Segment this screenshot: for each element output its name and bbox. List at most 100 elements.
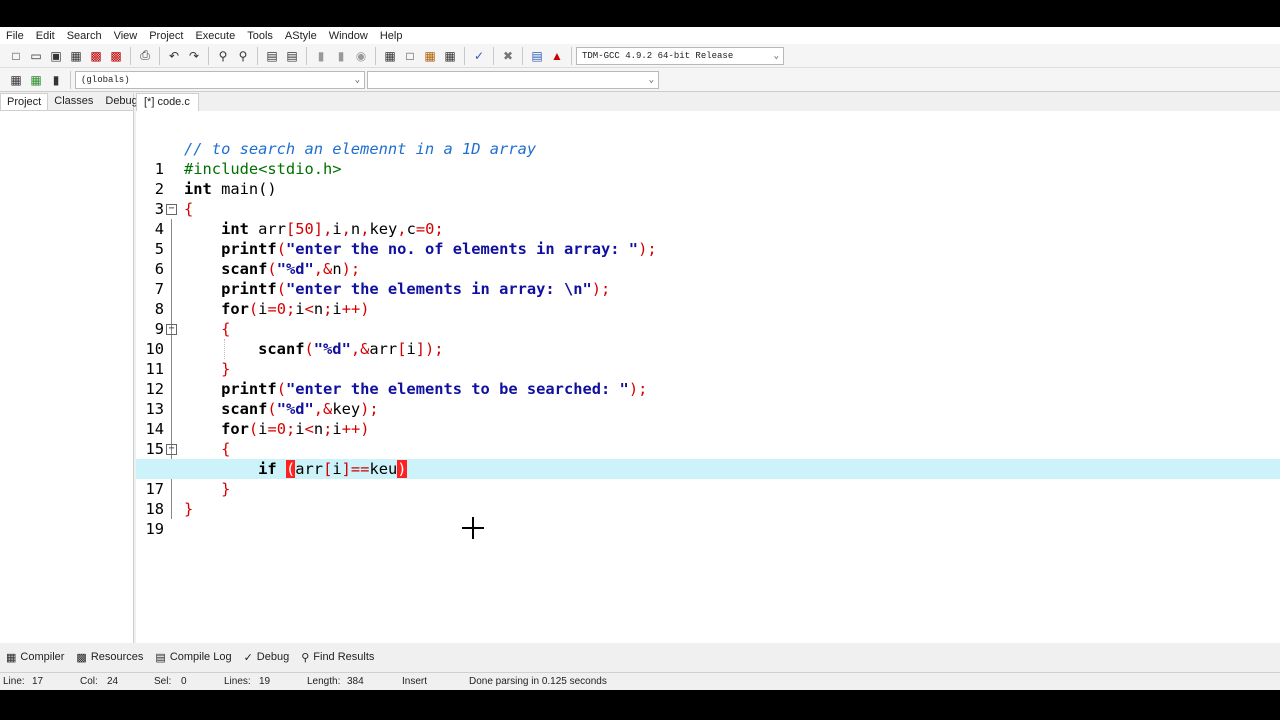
toolbar-divider — [208, 46, 209, 65]
stop-icon[interactable]: ✖ — [499, 47, 517, 65]
scope-select[interactable]: (globals) ⌄ — [75, 70, 365, 89]
symbol: ); — [638, 240, 657, 258]
ide-window: File Edit Search View Project Execute To… — [0, 27, 1280, 690]
tab-resources[interactable]: ▩ Resources — [76, 651, 143, 664]
brace: { — [221, 440, 231, 458]
function-name: printf — [221, 380, 277, 398]
code-line-17-current[interactable]: 17 if (arr[i]==keu) — [136, 459, 1280, 498]
run-icon[interactable]: □ — [401, 47, 419, 65]
code-text: i — [332, 460, 342, 478]
open-file-icon[interactable]: ▭ — [27, 47, 45, 65]
code-line-9[interactable]: 9 for(i=0;i<n;i++) — [136, 299, 1280, 338]
toggle-comment-icon[interactable]: ▮ — [312, 47, 330, 65]
code-line-2[interactable]: 2 #include<stdio.h> — [136, 159, 1280, 198]
keyword: int — [221, 220, 249, 238]
close-file-icon[interactable]: ▩ — [87, 47, 105, 65]
line-number: 19 — [145, 520, 164, 538]
fold-collapse-icon[interactable]: − — [166, 324, 177, 335]
tab-label: Compile Log — [169, 651, 232, 663]
menu-search[interactable]: Search — [67, 30, 102, 42]
menu-file[interactable]: File — [6, 30, 24, 42]
save-all-icon[interactable]: ▦ — [67, 47, 85, 65]
tab-find-results[interactable]: ⚲ Find Results — [301, 651, 374, 664]
code-text: keu — [369, 460, 398, 478]
goto-definition-icon[interactable]: ▦ — [27, 71, 45, 89]
code-line-18[interactable]: 18 } — [136, 479, 1280, 518]
chart-icon[interactable]: ▤ — [528, 47, 546, 65]
code-line-16[interactable]: 16 − { — [136, 439, 1280, 478]
code-editor[interactable]: 1 // to search an elemennt in a 1D array… — [136, 111, 1280, 643]
uncomment-icon[interactable]: ▮ — [332, 47, 350, 65]
bookmark-icon[interactable]: ◉ — [352, 47, 370, 65]
string: "%d" — [313, 340, 351, 358]
menu-help[interactable]: Help — [380, 30, 403, 42]
function-name: scanf — [221, 260, 268, 278]
tab-compiler[interactable]: ▦ Compiler — [6, 651, 64, 664]
brace: } — [221, 360, 231, 378]
compile-icon[interactable]: ▦ — [381, 47, 399, 65]
compile-log-icon: ▤ — [155, 651, 166, 664]
class-browser-icon[interactable]: ▮ — [47, 71, 65, 89]
code-line-19[interactable]: 19 } — [136, 499, 1280, 538]
close-all-icon[interactable]: ▩ — [107, 47, 125, 65]
indent-icon[interactable]: ▤ — [263, 47, 281, 65]
tab-code-c[interactable]: [*] code.c — [136, 93, 199, 111]
menu-view[interactable]: View — [114, 30, 138, 42]
status-lines: 19 — [259, 676, 271, 687]
menu-astyle[interactable]: AStyle — [285, 30, 317, 42]
fold-collapse-icon[interactable]: − — [166, 444, 177, 455]
code-line-13[interactable]: 13 printf("enter the elements to be sear… — [136, 379, 1280, 418]
code-text: i — [295, 420, 305, 438]
code-line-15[interactable]: 15 for(i=0;i<n;i++) — [136, 419, 1280, 458]
print-icon[interactable]: ⎙ — [136, 47, 154, 65]
symbol: ]== — [341, 460, 370, 478]
save-icon[interactable]: ▣ — [47, 47, 65, 65]
code-line-8[interactable]: 8 printf("enter the elements in array: \… — [136, 279, 1280, 318]
code-line-12[interactable]: 12 } — [136, 359, 1280, 398]
find-results-icon: ⚲ — [301, 651, 310, 664]
code-line-11[interactable]: 11 scanf("%d",&arr[i]); — [136, 339, 1280, 378]
replace-icon[interactable]: ⚲ — [234, 47, 252, 65]
member-select[interactable]: ⌄ — [367, 70, 659, 89]
menu-window[interactable]: Window — [329, 30, 368, 42]
find-icon[interactable]: ⚲ — [214, 47, 232, 65]
comment: // to search an elemennt in a 1D array — [184, 140, 537, 158]
preprocessor: #include<stdio.h> — [184, 160, 342, 178]
code-text: i — [406, 340, 416, 358]
new-file-icon[interactable]: □ — [7, 47, 25, 65]
tab-classes[interactable]: Classes — [48, 93, 99, 110]
status-bar: Line: 17 Col: 24 Sel: 0 Lines: 19 Length… — [0, 672, 1280, 690]
string: "enter the elements in array: \n" — [285, 280, 592, 298]
goto-declaration-icon[interactable]: ▦ — [7, 71, 25, 89]
code-line-5[interactable]: 5 int arr[50],i,n,key,c=0; — [136, 219, 1280, 258]
unindent-icon[interactable]: ▤ — [283, 47, 301, 65]
code-line-3[interactable]: 3 int main() — [136, 179, 1280, 218]
compile-run-icon[interactable]: ▦ — [421, 47, 439, 65]
menu-edit[interactable]: Edit — [36, 30, 55, 42]
fold-collapse-icon[interactable]: − — [166, 204, 177, 215]
number: 0 — [276, 300, 287, 318]
code-line-7[interactable]: 7 scanf("%d",&n); — [136, 259, 1280, 298]
code-line-4[interactable]: 4 − { — [136, 199, 1280, 238]
menu-tools[interactable]: Tools — [247, 30, 273, 42]
symbol: ,& — [313, 260, 333, 278]
tab-compile-log[interactable]: ▤ Compile Log — [155, 651, 231, 664]
function-name: scanf — [221, 400, 268, 418]
menu-execute[interactable]: Execute — [195, 30, 235, 42]
code-text: key — [332, 400, 361, 418]
tab-project[interactable]: Project — [0, 93, 49, 110]
status-col-label: Col: — [80, 676, 98, 687]
syntax-check-icon[interactable]: ✓ — [470, 47, 488, 65]
redo-icon[interactable]: ↷ — [185, 47, 203, 65]
undo-icon[interactable]: ↶ — [165, 47, 183, 65]
compiler-select[interactable]: TDM-GCC 4.9.2 64-bit Release ⌄ — [576, 46, 784, 65]
compiler-icon: ▦ — [6, 651, 17, 664]
profile-icon[interactable]: ▲ — [548, 47, 566, 65]
code-line-1[interactable]: 1 // to search an elemennt in a 1D array — [136, 139, 1280, 178]
code-line-14[interactable]: 14 scanf("%d",&key); — [136, 399, 1280, 438]
code-line-6[interactable]: 6 printf("enter the no. of elements in a… — [136, 239, 1280, 278]
menu-project[interactable]: Project — [149, 30, 183, 42]
code-line-10[interactable]: 10 − { — [136, 319, 1280, 358]
tab-debug-bottom[interactable]: ✓ Debug — [244, 651, 290, 664]
rebuild-icon[interactable]: ▦ — [441, 47, 459, 65]
